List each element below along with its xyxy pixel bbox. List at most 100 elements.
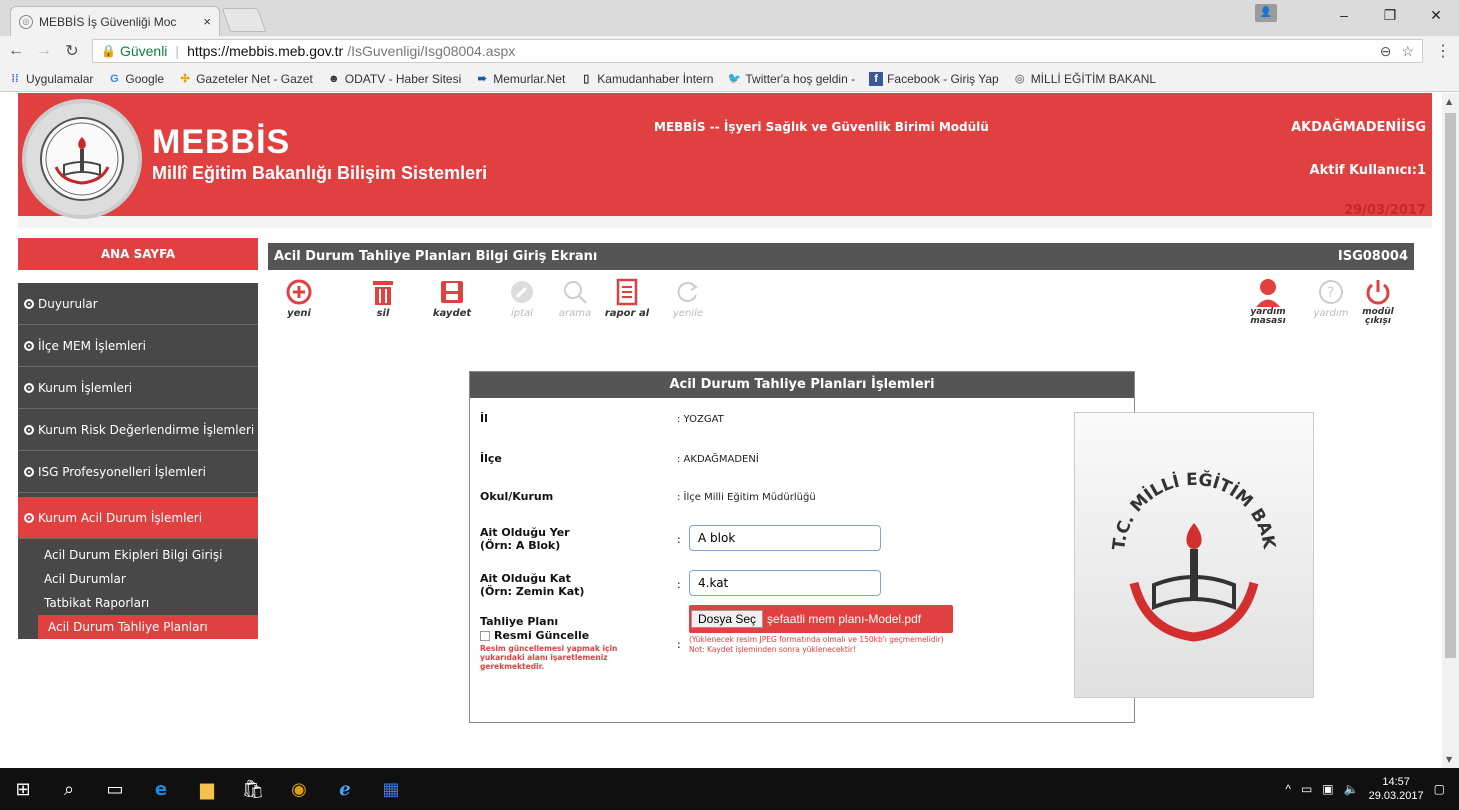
menu-icon[interactable]: ⋮ [1435,41,1451,61]
update-checkbox[interactable] [480,631,490,641]
file-warning-1: (Yüklenecek resim JPEG formatında olmalı… [689,635,944,644]
bookmark-memurlar[interactable]: ➠ Memurlar.Net [475,72,566,86]
battery-icon[interactable]: ▭ [1301,782,1312,796]
submenu-item-ekipler[interactable]: Acil Durum Ekipleri Bilgi Girişi [18,543,258,567]
zoom-icon[interactable]: ⊖ [1380,43,1392,60]
reload-icon[interactable]: ↻ [64,41,80,61]
refresh-icon [675,276,701,308]
sidebar: ANA SAYFA Duyurular İlçe MEM İşlemleri K… [18,238,258,639]
sidebar-item-isg[interactable]: ISG Profesyonelleri İşlemleri [18,451,258,493]
page-icon: ▯ [583,73,590,85]
file-name: şefaatli mem planı-Model.pdf [767,612,922,626]
bookmark-label: ODATV - Haber Sitesi [344,71,462,86]
colon: : [677,578,681,591]
refresh-button[interactable]: yenile [665,276,711,319]
internet-explorer-icon[interactable]: ℯ [322,768,368,810]
bookmark-meb[interactable]: ◎ MİLLİ EĞİTİM BAKANL [1013,72,1156,86]
delete-button[interactable]: sil [360,276,406,319]
tab-close-button[interactable]: × [203,14,211,29]
chrome-icon[interactable]: ◉ [276,768,322,810]
bookmark-facebook[interactable]: f Facebook - Giriş Yap [869,71,999,86]
bookmark-apps[interactable]: ⁞⁞ Uygulamalar [8,72,93,86]
chevron-up-icon[interactable]: ^ [1285,782,1291,796]
star-icon[interactable]: ☆ [1401,43,1414,60]
windows-start-icon[interactable]: ⊞ [0,768,46,810]
search-button[interactable]: arama [552,276,598,319]
action-label: arama [558,308,592,319]
help-button[interactable]: ? yardım [1308,276,1354,319]
action-label: yardım [1313,308,1349,319]
edge-icon[interactable]: e [138,768,184,810]
scrollbar-thumb[interactable] [1445,113,1456,658]
page-viewport: MEBBİS Millî Eğitim Bakanlığı Bilişim Si… [0,93,1459,768]
restore-button[interactable]: ❐ [1367,7,1413,24]
search-icon[interactable]: ⌕ [46,768,92,810]
bookmark-google[interactable]: G Google [107,72,164,86]
notification-icon[interactable]: ▢ [1434,782,1445,796]
exit-button[interactable]: modül çıkışı [1355,276,1401,326]
sidebar-item-ilce-mem[interactable]: İlçe MEM İşlemleri [18,325,258,367]
browser-tab[interactable]: ◎ MEBBİS İş Güvenliği Moc × [10,6,220,36]
bullet-icon [24,298,34,309]
back-icon[interactable]: ← [8,42,24,60]
facebook-icon: f [869,71,884,86]
minimize-button[interactable]: – [1321,7,1367,23]
memurlar-icon: ➠ [477,73,487,85]
sidebar-item-kurum[interactable]: Kurum İşlemleri [18,367,258,409]
colon: : [677,533,681,546]
submenu-item-tahliye[interactable]: Acil Durum Tahliye Planları [38,615,258,639]
lock-icon: 🔒 [101,44,116,58]
active-user: Aktif Kullanıcı:1 [1309,163,1426,178]
volume-icon[interactable]: 🔈 [1344,782,1359,796]
bullet-icon [24,466,34,477]
save-button[interactable]: kaydet [429,276,475,319]
brand-title: MEBBİS [152,123,291,161]
sidebar-item-duyurular[interactable]: Duyurular [18,283,258,325]
clock[interactable]: 14:57 29.03.2017 [1369,775,1424,803]
ilce-label: İlçe [480,452,502,465]
bookmark-gazeteler[interactable]: ✣ Gazeteler Net - Gazet [178,71,313,86]
close-window-button[interactable]: ✕ [1413,7,1459,24]
sidebar-item-label: İlçe MEM İşlemleri [38,338,146,353]
document-icon [615,276,639,308]
bookmark-odatv[interactable]: ☻ ODATV - Haber Sitesi [327,72,461,86]
action-label: iptal [511,308,533,319]
page-scrollbar[interactable]: ▲ ▼ [1442,93,1459,768]
file-explorer-icon[interactable]: ▆ [184,768,230,810]
report-button[interactable]: rapor al [604,276,650,319]
submenu-item-acil-durumlar[interactable]: Acil Durumlar [18,567,258,591]
user-profile-icon[interactable]: 👤 [1255,4,1277,22]
helpdesk-button[interactable]: yardım masası [1245,276,1291,326]
content-title-bar: Acil Durum Tahliye Planları Bilgi Giriş … [268,243,1414,270]
ilce-value: : AKDAĞMADENİ [677,454,759,465]
store-icon[interactable]: 🛍 [230,768,276,810]
odatv-icon: ☻ [327,72,340,85]
sidebar-item-acil-durum[interactable]: Kurum Acil Durum İşlemleri [18,497,258,539]
new-tab-button[interactable] [221,8,267,32]
bookmark-label: Google [125,71,165,86]
network-icon[interactable]: ▣ [1322,782,1333,796]
word-icon[interactable]: ▦ [368,768,414,810]
svg-text:T.C. MİLLİ EĞİTİM BAKANLIĞI: T.C. MİLLİ EĞİTİM BAKANLIĞI [1094,445,1279,551]
clock-time: 14:57 [1382,776,1410,788]
system-tray: ^ ▭ ▣ 🔈 14:57 29.03.2017 ▢ [1285,775,1459,803]
task-view-icon[interactable]: ▭ [92,768,138,810]
address-bar[interactable]: 🔒 Güvenli | https://mebbis.meb.gov.tr/Is… [92,39,1423,63]
yer-hint: (Örn: A Blok) [480,539,561,552]
update-checkbox-row[interactable]: Resmi Güncelle [480,629,589,642]
bookmark-label: Gazeteler Net - Gazet [196,71,313,86]
yer-input[interactable]: A blok [689,525,881,551]
twitter-icon: 🐦 [727,73,742,85]
sidebar-item-risk[interactable]: Kurum Risk Değerlendirme İşlemleri [18,409,258,451]
bookmark-label: MİLLİ EĞİTİM BAKANL [1030,71,1157,86]
cancel-button[interactable]: iptal [499,276,545,319]
home-link[interactable]: ANA SAYFA [18,238,258,270]
trash-icon [370,276,396,308]
submenu-item-tatbikat[interactable]: Tatbikat Raporları [18,591,258,615]
choose-file-button[interactable]: Dosya Seç [691,610,764,628]
forward-icon[interactable]: → [36,42,52,60]
bookmark-twitter[interactable]: 🐦 Twitter'a hoş geldin - [727,72,856,86]
bookmark-kamudanhaber[interactable]: ▯ Kamudanhaber İntern [579,72,713,86]
new-button[interactable]: yeni [276,276,322,319]
kat-input[interactable]: 4.kat [689,570,881,596]
